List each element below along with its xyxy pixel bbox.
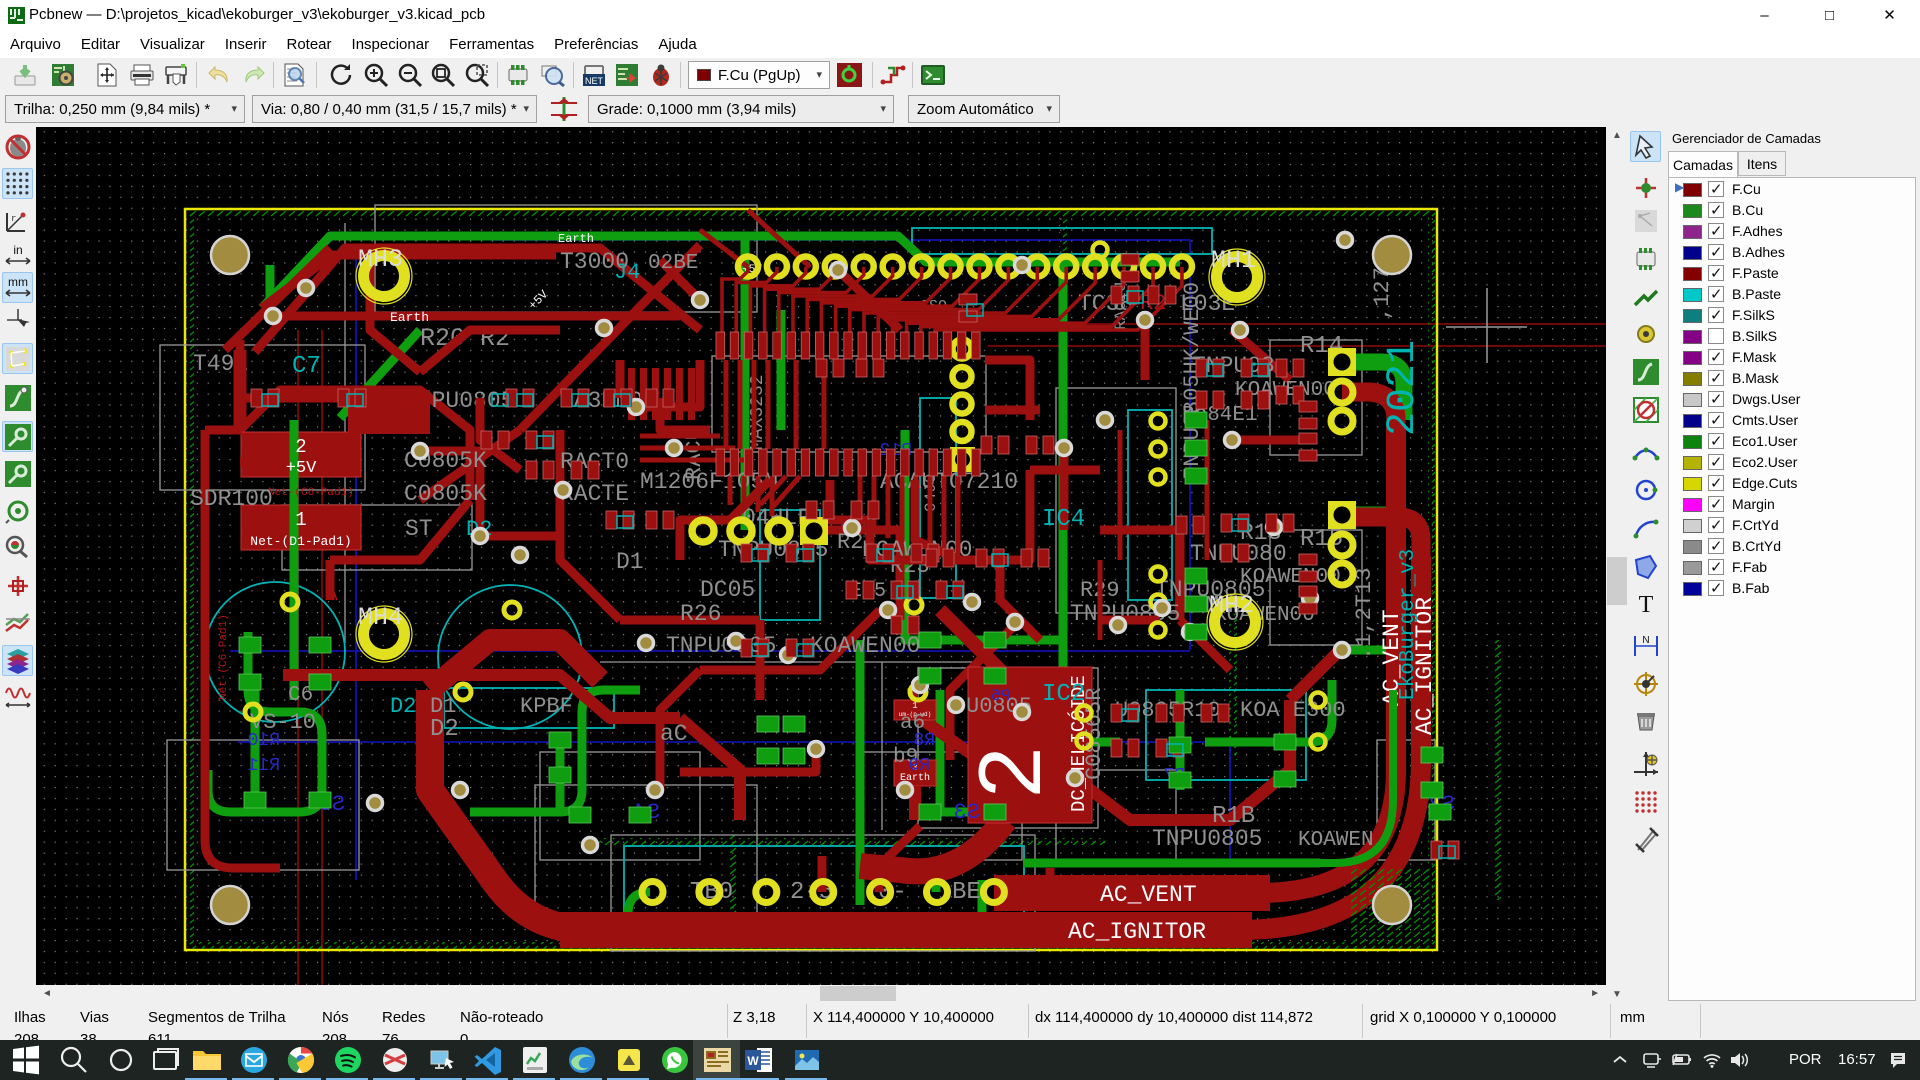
svg-text:.1,2T13: .1,2T13 xyxy=(1352,568,1377,660)
svg-text:C7: C7 xyxy=(292,353,321,380)
svg-text:MH2: MH2 xyxy=(1209,591,1254,620)
svg-text:Net-(C6-Pad1): Net-(C6-Pad1) xyxy=(268,487,354,499)
svg-text:Earth: Earth xyxy=(558,232,594,246)
svg-text:J4: J4 xyxy=(614,260,640,285)
svg-text:D1: D1 xyxy=(616,549,644,575)
svg-text:MH1: MH1 xyxy=(1211,246,1256,275)
svg-text:KPBF: KPBF xyxy=(520,694,573,719)
svg-text:r: r xyxy=(11,214,16,224)
svg-text:R8: R8 xyxy=(913,731,935,751)
svg-text:C0805K: C0805K xyxy=(404,481,487,507)
svg-text:W: W xyxy=(747,1054,759,1068)
svg-text:P5: P5 xyxy=(991,687,1010,705)
svg-text:KOAWEN00: KOAWEN00 xyxy=(1240,566,1341,589)
svg-text:aC: aC xyxy=(660,721,688,747)
svg-text:KOA E300: KOA E300 xyxy=(1240,698,1346,723)
svg-text:+5V: +5V xyxy=(286,459,317,478)
svg-text:N: N xyxy=(1642,635,1649,646)
svg-text:MH4: MH4 xyxy=(358,603,403,632)
svg-text:ST: ST xyxy=(405,516,433,542)
svg-text:Net-(C6-Pad1): Net-(C6-Pad1) xyxy=(218,614,230,700)
svg-text:S3: S3 xyxy=(954,800,980,825)
svg-text:R10: R10 xyxy=(248,731,280,751)
svg-text:SDR100: SDR100 xyxy=(190,486,273,512)
svg-text:KOAWEN00: KOAWEN00 xyxy=(810,633,920,659)
svg-text:AC_IGNITOR: AC_IGNITOR xyxy=(1068,919,1206,945)
svg-text:EkoBurger_v3: EkoBurger_v3 xyxy=(1397,549,1420,700)
svg-text:1: 1 xyxy=(912,701,917,711)
svg-text:AC_VENT: AC_VENT xyxy=(1100,882,1197,908)
svg-text:D2: D2 xyxy=(390,694,416,719)
svg-text:DC05: DC05 xyxy=(700,577,755,603)
svg-text:BE: BE xyxy=(952,879,981,906)
svg-text:2: 2 xyxy=(295,436,306,458)
svg-text:D1: D1 xyxy=(430,694,456,719)
svg-text:Net-(D1-Pad1): Net-(D1-Pad1) xyxy=(250,534,351,549)
svg-text:1: 1 xyxy=(295,509,306,531)
svg-text:2: 2 xyxy=(963,745,1068,800)
svg-text:IC4: IC4 xyxy=(1042,506,1085,533)
svg-text:Earth: Earth xyxy=(390,310,429,325)
svg-text:NET: NET xyxy=(585,76,604,86)
svg-text:T: T xyxy=(1639,592,1654,618)
svg-text:MH3: MH3 xyxy=(358,245,403,274)
svg-text:in: in xyxy=(13,243,22,257)
svg-text:R9: R9 xyxy=(908,756,930,776)
svg-text:MAX3232: MAX3232 xyxy=(748,374,768,450)
svg-text:KOAWEN: KOAWEN xyxy=(1298,829,1374,852)
svg-text:D2: D2 xyxy=(430,716,459,743)
svg-text:IC2: IC2 xyxy=(1042,681,1085,708)
svg-text:mm: mm xyxy=(8,275,28,289)
svg-text:2021: 2021 xyxy=(1381,340,1426,436)
svg-text:R26: R26 xyxy=(680,601,721,627)
svg-text:02BE: 02BE xyxy=(648,252,698,275)
svg-text:TNPU0805: TNPU0805 xyxy=(1152,826,1262,852)
svg-text:R11: R11 xyxy=(248,756,280,776)
